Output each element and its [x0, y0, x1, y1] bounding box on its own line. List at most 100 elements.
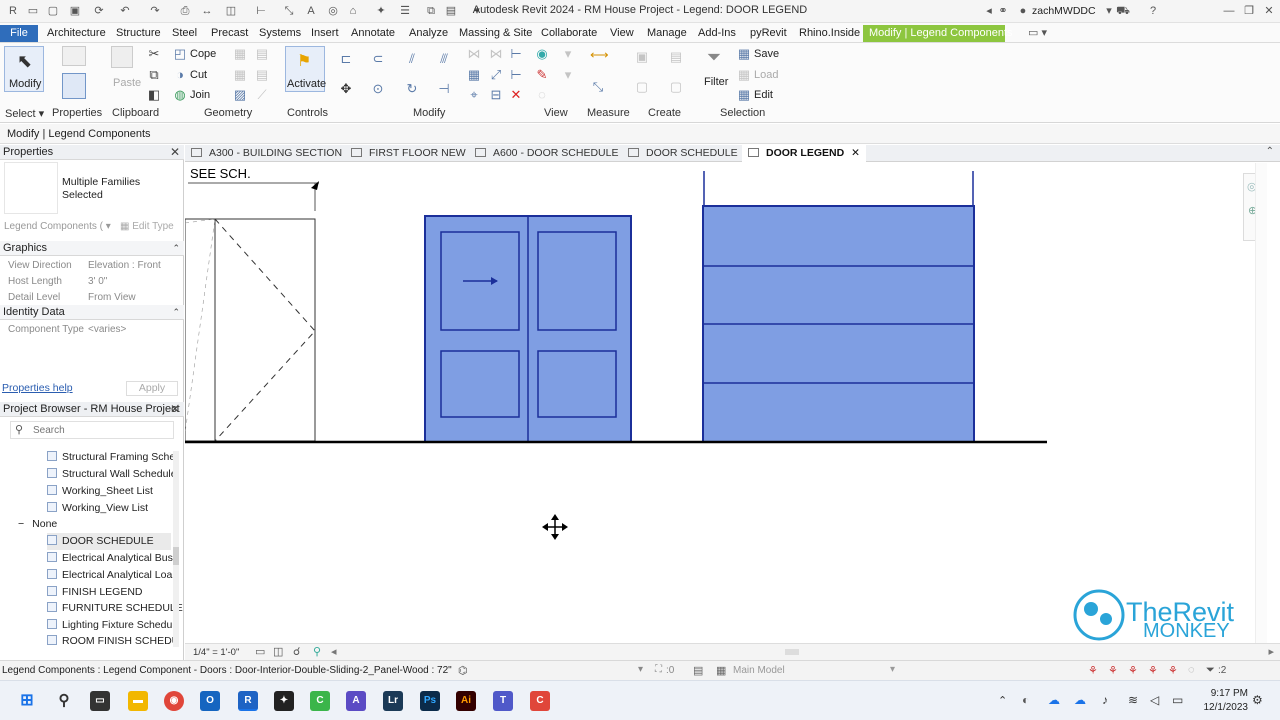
tab-massing-site[interactable]: Massing & Site — [453, 25, 538, 42]
drag-on-selection-icon[interactable]: ⚘ — [1168, 664, 1178, 677]
hide-element-icon[interactable]: ◉ — [534, 46, 550, 62]
design-options-icon[interactable]: ▤ — [693, 664, 703, 677]
cope-icon[interactable]: ◰ — [172, 46, 188, 62]
join-label[interactable]: Join — [190, 89, 210, 101]
collapse-icon[interactable]: ⌃ — [172, 241, 180, 256]
tab-annotate[interactable]: Annotate — [345, 25, 401, 42]
teams-icon[interactable]: T — [493, 691, 513, 711]
geometry-tool-1-icon[interactable]: ▦ — [232, 46, 248, 62]
tab-add-ins[interactable]: Add-Ins — [692, 25, 742, 42]
door-swing-elevation[interactable] — [185, 218, 316, 442]
graphics-section[interactable]: Graphics ⌃ — [0, 241, 184, 256]
create-group-icon[interactable]: ▢ — [634, 79, 650, 95]
vertical-scrollbar[interactable] — [1255, 163, 1267, 643]
filter-icon[interactable]: ⏷ — [706, 48, 722, 66]
scissors-icon[interactable]: ✂ — [146, 46, 162, 62]
taskbar-search-icon[interactable]: ⚲ — [54, 691, 74, 711]
clock-time[interactable]: 9:17 PM — [1196, 688, 1248, 699]
drawing-canvas[interactable]: SEE SCH. TheRevit MONKEY ◎ ⊕ — [185, 163, 1267, 643]
create-parts-icon[interactable]: ▤ — [668, 49, 684, 65]
maximize-icon[interactable]: ❐ — [1242, 4, 1256, 18]
panel-select-label[interactable]: Select ▾ — [5, 107, 44, 120]
user-dropdown-icon[interactable]: ▾ — [1102, 4, 1116, 18]
load-selection-label[interactable]: Load — [754, 69, 778, 81]
apply-button[interactable]: Apply — [126, 381, 178, 396]
split-gap-icon[interactable]: ⋈ — [488, 46, 504, 62]
tab-analyze[interactable]: Analyze — [403, 25, 454, 42]
copy-icon[interactable]: ⧉ — [146, 67, 162, 83]
tab-architecture[interactable]: Architecture — [41, 25, 112, 42]
tab-precast[interactable]: Precast — [205, 25, 254, 42]
ribbon-options-icon[interactable]: ▭ ▾ — [1022, 25, 1053, 42]
microphone-icon[interactable]: ♪ — [1102, 693, 1108, 707]
tab-pyrevit[interactable]: pyRevit — [744, 25, 793, 42]
tab-a600-door-schedule[interactable]: A600 - DOOR SCHEDULE — [475, 145, 618, 162]
tray-chevron-icon[interactable]: ⌃ — [998, 694, 1007, 707]
tab-structure[interactable]: Structure — [110, 25, 167, 42]
aligned-dimension-icon[interactable]: ⤡ — [590, 79, 606, 95]
legend-note-text[interactable]: SEE SCH. — [190, 166, 251, 181]
properties-close-icon[interactable]: ✕ — [170, 145, 180, 160]
collapse-identity-icon[interactable]: ⌃ — [172, 305, 180, 320]
tab-steel[interactable]: Steel — [166, 25, 203, 42]
search-input[interactable] — [33, 423, 163, 437]
move-icon[interactable]: ✥ — [338, 81, 354, 97]
copy-element-icon[interactable]: ⊙ — [370, 81, 386, 97]
tab-manage[interactable]: Manage — [641, 25, 693, 42]
identity-data-section[interactable]: Identity Data ⌃ — [0, 305, 184, 320]
cut-geometry-icon[interactable]: ◑ — [172, 67, 188, 83]
browser-scrollbar[interactable] — [173, 451, 179, 647]
scroll-left-icon[interactable]: ◂ — [331, 645, 337, 658]
create-assembly-icon[interactable]: ▣ — [634, 49, 650, 65]
worksets-icon[interactable]: ⛶ — [655, 664, 662, 675]
geometry-tool-5-icon[interactable]: ⟋ — [254, 87, 270, 103]
array-icon[interactable]: ▦ — [466, 67, 482, 83]
task-view-icon[interactable]: ▭ — [90, 691, 110, 711]
modify-button[interactable]: ⬉ Modify — [4, 46, 44, 92]
binoculars-icon[interactable]: ⚭ — [996, 4, 1010, 18]
filter-label[interactable]: Filter — [704, 76, 728, 88]
match-properties-icon[interactable]: ◧ — [146, 87, 162, 103]
notification-icon[interactable]: ⚙ — [1252, 693, 1263, 707]
workset-dropdown-icon[interactable]: ▾ — [890, 664, 895, 675]
select-underlay-icon[interactable]: ⚘ — [1108, 664, 1118, 677]
view-tool-2-icon[interactable]: ▾ — [560, 46, 576, 62]
onedrive-icon[interactable]: ☁ — [1048, 693, 1060, 707]
view-tool-3-icon[interactable]: ▾ — [560, 67, 576, 83]
status-help-icon[interactable]: ⌬ — [458, 664, 468, 677]
tab-a300-building-section[interactable]: A300 - BUILDING SECTION — [191, 145, 342, 162]
lightroom-icon[interactable]: Lr — [383, 691, 403, 711]
tray-app-icon[interactable]: ◐ — [1022, 693, 1029, 707]
file-explorer-icon[interactable]: ▬ — [128, 691, 148, 711]
tab-close-icon[interactable]: ✕ — [851, 147, 860, 159]
geometry-tool-2-icon[interactable]: ▦ — [232, 67, 248, 83]
edit-selection-icon[interactable]: ▦ — [736, 87, 752, 103]
reveal-hidden-icon[interactable]: ⚲ — [313, 645, 321, 658]
tab-menu-icon[interactable]: ⌃ — [1266, 146, 1274, 157]
autocad-icon[interactable]: A — [346, 691, 366, 711]
delete-icon[interactable]: ✕ — [508, 87, 524, 103]
select-by-face-icon[interactable]: ⚘ — [1148, 664, 1158, 677]
type-selector[interactable]: Legend Components ( ▾ — [4, 221, 114, 232]
cut-label[interactable]: Cut — [190, 69, 207, 81]
panel-door[interactable] — [702, 171, 975, 443]
user-name[interactable]: zachMWDDC — [1032, 5, 1096, 17]
select-links-icon[interactable]: ⚘ — [1088, 664, 1098, 677]
save-selection-label[interactable]: Save — [754, 48, 779, 60]
close-icon[interactable]: ✕ — [1262, 4, 1276, 18]
tab-systems[interactable]: Systems — [253, 25, 307, 42]
scale-icon[interactable]: ⤢ — [488, 67, 504, 83]
save-selection-icon[interactable]: ▦ — [736, 46, 752, 62]
load-selection-icon[interactable]: ▦ — [736, 67, 752, 83]
detail-level-icon[interactable]: ▭ — [255, 645, 265, 658]
trim-multi-icon[interactable]: ⊢ — [508, 67, 524, 83]
photoshop-icon[interactable]: Ps — [420, 691, 440, 711]
project-browser-close-icon[interactable]: ✕ — [170, 402, 180, 417]
mirror-draw-icon[interactable]: ⫻ — [436, 51, 452, 67]
prop-value-view-direction[interactable]: Elevation : Front — [88, 260, 161, 271]
visual-style-icon[interactable]: ◫ — [273, 645, 283, 658]
trim-icon[interactable]: ⊣ — [436, 81, 452, 97]
prop-value-detail-level[interactable]: From View — [88, 292, 136, 303]
outlook-icon[interactable]: O — [200, 691, 220, 711]
edit-type-button[interactable]: ▦ Edit Type — [120, 221, 174, 232]
